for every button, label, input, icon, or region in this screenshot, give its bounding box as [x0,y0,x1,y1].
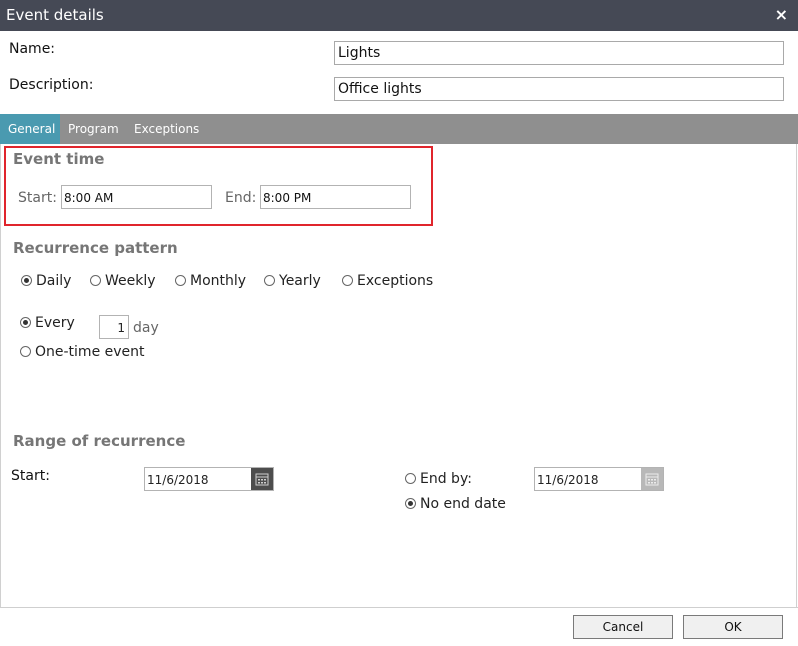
tab-general[interactable]: General [0,114,60,144]
dialog-footer: Cancel OK [0,607,798,646]
range-end-date-value: 11/6/2018 [537,473,599,487]
close-icon[interactable]: × [775,6,788,24]
recurrence-pattern-heading: Recurrence pattern [13,239,178,257]
radio-monthly-label: Monthly [190,273,247,289]
radio-monthly[interactable]: Monthly [175,273,246,289]
event-start-input[interactable]: 8:00 AM [61,185,212,209]
description-label: Description: [9,77,94,93]
radio-yearly-indicator[interactable] [264,275,275,286]
radio-daily[interactable]: Daily [21,273,71,289]
dialog-title: Event details [6,6,104,24]
ok-button[interactable]: OK [683,615,783,639]
description-input[interactable]: Office lights [334,77,784,101]
name-label: Name: [9,41,56,57]
calendar-icon[interactable] [641,468,663,490]
radio-end-by[interactable]: End by: [405,471,472,487]
radio-monthly-indicator[interactable] [175,275,186,286]
cancel-button[interactable]: Cancel [573,615,673,639]
radio-yearly-label: Yearly [279,273,321,289]
radio-exceptions[interactable]: Exceptions [342,273,433,289]
range-heading: Range of recurrence [13,432,186,450]
radio-one-time[interactable]: One-time event [20,344,145,360]
radio-exceptions-indicator[interactable] [342,275,353,286]
radio-weekly-indicator[interactable] [90,275,101,286]
radio-weekly[interactable]: Weekly [90,273,156,289]
event-end-input[interactable]: 8:00 PM [260,185,411,209]
event-end-label: End: [225,190,257,206]
tab-bar: General Program Exceptions [0,114,798,144]
radio-no-end-date-label: No end date [420,496,506,512]
radio-daily-indicator[interactable] [21,275,32,286]
event-start-label: Start: [18,190,57,206]
radio-end-by-label: End by: [420,471,472,487]
name-input[interactable]: Lights [334,41,784,65]
radio-one-time-label: One-time event [35,344,145,360]
tab-exceptions[interactable]: Exceptions [126,114,207,144]
range-start-date-value: 11/6/2018 [147,473,209,487]
range-start-label: Start: [11,468,50,484]
radio-end-by-indicator[interactable] [405,473,416,484]
calendar-icon[interactable] [251,468,273,490]
radio-yearly[interactable]: Yearly [264,273,321,289]
every-unit-label: day [133,320,159,336]
range-start-date[interactable]: 11/6/2018 [144,467,274,491]
every-days-input[interactable]: 1 [99,315,129,339]
radio-daily-label: Daily [36,273,72,289]
tab-program[interactable]: Program [60,114,127,144]
radio-every-indicator[interactable] [20,317,31,328]
radio-weekly-label: Weekly [105,273,156,289]
event-time-heading: Event time [13,150,105,168]
range-end-date[interactable]: 11/6/2018 [534,467,664,491]
radio-one-time-indicator[interactable] [20,346,31,357]
title-bar: Event details × [0,0,798,31]
radio-no-end-date[interactable]: No end date [405,496,506,512]
radio-every[interactable]: Every [20,315,75,331]
radio-no-end-date-indicator[interactable] [405,498,416,509]
radio-every-label: Every [35,315,75,331]
radio-exceptions-label: Exceptions [357,273,434,289]
